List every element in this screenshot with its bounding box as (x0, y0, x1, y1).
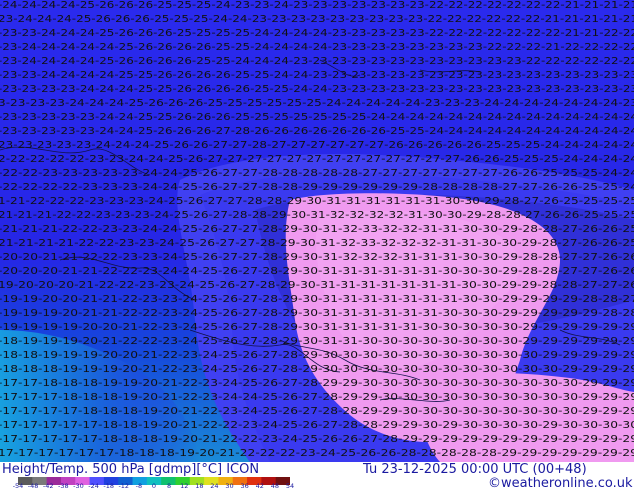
color-scale-label: -42 (42, 482, 54, 490)
temperature-row: -22-22-22-22-23-23-23-24-24-25-26-27-27-… (0, 182, 634, 193)
temperature-row: -23-23-24-24-24-24-25-25-26-26-26-26-25-… (0, 70, 634, 81)
temperature-row: -23-23-23-23-23-24-24-25-26-26-26-27-28-… (0, 126, 634, 137)
color-scale-label: -54 (12, 482, 24, 490)
temperature-row: -17-17-17-17-17-18-18-19-20-21-22-22-23-… (0, 420, 634, 431)
temperature-row: -23-24-24-24-24-24-25-26-26-26-26-25-25-… (0, 42, 634, 53)
credit-text: ©weatheronline.co.uk (488, 476, 633, 491)
map-title: Height/Temp. 500 hPa [gdmp][°C] ICON (2, 462, 260, 477)
valid-time: Tu 23-12-2025 00:00 UTC (00+48) (363, 462, 587, 477)
color-scale-label: 48 (270, 482, 280, 490)
temperature-row: -24-24-24-24-25-26-26-26-25-25-25-24-23-… (0, 0, 634, 11)
weather-map: -24-24-24-24-25-26-26-26-25-25-25-24-23-… (0, 0, 634, 462)
temperature-row: -23-23-23-23-24-24-24-25-25-26-26-26-26-… (0, 84, 634, 95)
color-scale-label: 24 (210, 482, 219, 490)
temperature-row: -18-18-18-19-19-19-20-21-22-23-24-25-26-… (0, 364, 634, 375)
footer-bar: Height/Temp. 500 hPa [gdmp][°C] ICON Tu … (0, 462, 634, 491)
color-scale-label: 12 (180, 482, 189, 490)
temperature-row: -19-19-19-19-20-20-21-22-23-24-25-26-27-… (0, 322, 634, 333)
temperature-row: -17-17-17-17-18-18-18-19-20-21-22-23-24-… (0, 406, 634, 417)
temperature-row: -17-17-17-17-17-18-18-18-19-20-21-22-22-… (0, 434, 634, 445)
temperature-row: 2-22-22-22-22-23-23-24-24-25-26-27-27-27… (0, 154, 634, 165)
temperature-row: -22-22-23-23-23-23-23-24-24-25-26-27-27-… (0, 168, 634, 179)
color-scale-label: 8 (167, 482, 172, 490)
color-scale-label: -8 (135, 482, 143, 490)
temperature-row: -23-23-23-23-23-24-24-25-25-26-26-26-25-… (0, 112, 634, 123)
temperature-row: 21-21-21-22-22-23-23-23-24-25-26-27-28-2… (0, 210, 634, 221)
color-scale-label: 18 (195, 482, 204, 490)
color-scale-label: -48 (27, 482, 39, 490)
temperature-row: -17-17-17-18-18-18-19-20-21-22-23-24-24-… (0, 392, 634, 403)
color-scale-label: 36 (240, 482, 249, 490)
temperature-row: -23-24-24-24-24-25-26-26-26-26-25-25-24-… (0, 56, 634, 67)
color-scale-label: 0 (151, 482, 157, 490)
temperature-row: 23-24-24-24-25-26-26-26-25-25-25-24-24-2… (0, 14, 634, 25)
color-scale-label: -30 (73, 482, 84, 490)
temperature-row: -18-19-19-19-20-21-22-22-23-24-25-26-27-… (0, 336, 634, 347)
temperature-row: -20-20-21-21-22-22-23-23-24-25-26-27-27-… (0, 252, 634, 263)
temperature-row: -20-20-20-21-21-22-22-23-24-24-25-26-27-… (0, 266, 634, 277)
temperature-row: 19-20-20-20-21-22-22-23-23-24-25-26-27-2… (0, 280, 634, 291)
color-scale-label: 42 (255, 482, 264, 490)
temperature-row: -18-18-19-19-19-20-20-21-22-23-24-25-26-… (0, 350, 634, 361)
color-scale-label: -38 (58, 482, 69, 490)
temperature-row: -19-19-20-20-21-21-22-23-23-24-25-26-27-… (0, 294, 634, 305)
temperature-row: 1-21-22-22-22-23-23-23-24-25-26-27-27-28… (0, 196, 634, 207)
temperature-field: -24-24-24-24-25-26-26-26-25-25-25-24-23-… (0, 0, 634, 462)
color-scale-label: 30 (225, 482, 234, 490)
color-scale-label: -12 (118, 482, 130, 490)
temperature-row: 17-17-17-17-17-17-18-18-18-19-20-21-22-2… (0, 448, 634, 459)
temperature-row: -23-23-24-24-24-25-26-26-26-25-25-25-25-… (0, 28, 634, 39)
temperature-row: 23-23-23-23-23-24-24-24-25-26-26-27-27-2… (0, 140, 634, 151)
color-scale-label: -24 (88, 482, 99, 490)
temperature-row: -21-21-21-22-22-23-23-24-24-25-26-27-27-… (0, 224, 634, 235)
temperature-row: -19-19-19-20-21-21-22-22-23-24-25-26-27-… (0, 308, 634, 319)
temperature-row: 21-21-21-21-22-22-23-23-24-25-26-27-27-2… (0, 238, 634, 249)
temperature-row: 3-23-23-23-24-24-24-25-26-26-26-25-25-25… (0, 98, 634, 109)
color-scale-label: -18 (103, 482, 114, 490)
temperature-row: -17-17-18-18-18-19-19-20-21-22-23-24-25-… (0, 378, 634, 389)
color-scale-label: 54 (285, 482, 295, 490)
